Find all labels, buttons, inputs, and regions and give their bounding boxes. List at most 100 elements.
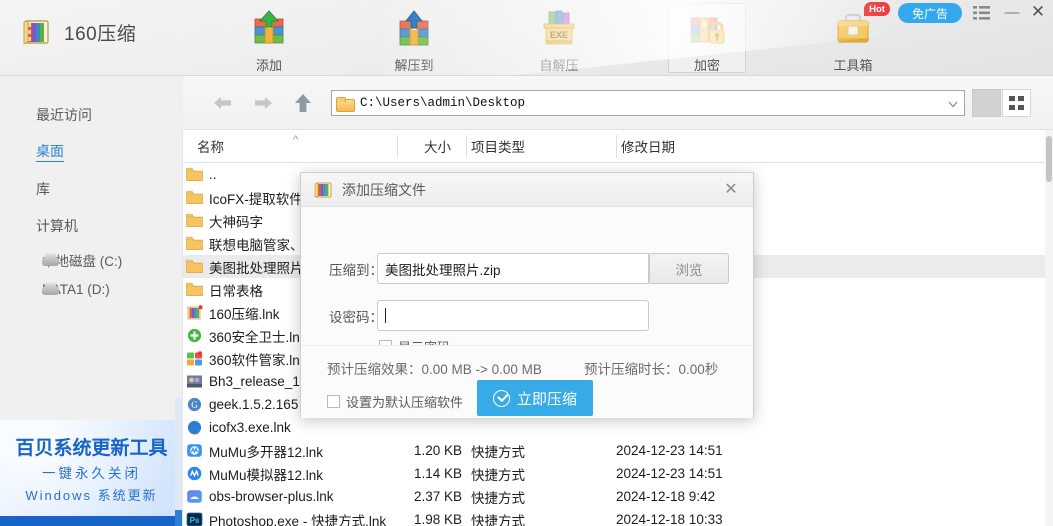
ad-banner[interactable]: 百贝系统更新工具 一键永久关闭 Windows 系统更新	[0, 420, 183, 526]
checkbox-box[interactable]	[327, 395, 340, 408]
file-name-text: icofx3.exe.lnk	[209, 420, 291, 435]
archive-icon	[314, 181, 333, 199]
file-date-cell: 2024-12-18 9:42	[616, 489, 716, 504]
folder-icon	[186, 190, 203, 205]
horizontal-scroll-track[interactable]	[175, 398, 182, 526]
minimize-button[interactable]: —	[1003, 4, 1021, 22]
svg-text:G: G	[191, 400, 198, 410]
grid-view-icon[interactable]	[1002, 89, 1031, 117]
folder-icon	[336, 96, 355, 112]
sidebar-item-computer[interactable]: 计算机	[0, 213, 183, 239]
column-header-name[interactable]: 名称	[197, 130, 224, 162]
archive-icon	[186, 305, 203, 320]
arrow-left-icon[interactable]	[211, 92, 235, 114]
disk-icon	[42, 253, 59, 266]
file-name-text: 360软件管家.lnk	[209, 352, 307, 368]
table-row[interactable]: MuMu模拟器12.lnk 1.14 KB 快捷方式 2024-12-23 14:51	[183, 462, 1045, 485]
file-date-cell: 2024-12-23 14:51	[616, 443, 723, 458]
column-header-type[interactable]: 项目类型	[471, 130, 525, 162]
app-title: 160压缩	[64, 23, 137, 45]
360-mgr-icon	[186, 351, 203, 366]
sidebar-item-disk-c[interactable]: 本地磁盘 (C:)	[0, 247, 183, 273]
file-type-cell: 快捷方式	[471, 490, 525, 506]
arrow-right-icon[interactable]	[251, 92, 275, 114]
file-name-text: MuMu多开器12.lnk	[209, 444, 324, 460]
obs-icon	[186, 489, 203, 504]
arrow-up-icon[interactable]	[291, 92, 315, 114]
archive-lock-icon	[685, 9, 729, 51]
file-date-cell: 2024-12-18 10:33	[616, 512, 723, 526]
file-name-text: 160压缩.lnk	[209, 306, 280, 322]
compress-now-button[interactable]: 立即压缩	[477, 380, 593, 416]
dialog-title: 添加压缩文件	[342, 181, 426, 198]
folder-icon	[186, 282, 203, 297]
file-name-text: Bh3_release_1	[209, 374, 300, 389]
toolbar-label: 工具箱	[833, 58, 873, 73]
dest-input[interactable]: 美图批处理照片.zip	[377, 253, 649, 284]
menu-icon[interactable]	[973, 5, 991, 21]
sidebar-item-recent[interactable]: 最近访问	[0, 102, 183, 128]
file-name-text: 360安全卫士.lnk	[209, 329, 307, 345]
grid-cell	[1009, 95, 1015, 102]
hot-badge: Hot	[864, 2, 890, 16]
table-row[interactable]: icofx3.exe.lnk	[183, 416, 1045, 439]
toolbar-button-extract-to[interactable]: 解压到	[375, 3, 453, 73]
toolbar-label: 解压到	[394, 58, 434, 73]
column-divider[interactable]	[397, 135, 398, 158]
table-row[interactable]: Ps Photoshop.exe - 快捷方式.lnk 1.98 KB 快捷方式 202…	[183, 508, 1045, 526]
column-divider[interactable]	[466, 135, 467, 158]
filelist-header: 名称 ^ 大小 项目类型 修改日期	[183, 130, 1045, 163]
dialog-titlebar[interactable]: 添加压缩文件	[301, 173, 753, 207]
file-name-cell: obs-browser-plus.lnk	[183, 489, 397, 504]
toolbar-button-sfx[interactable]: EXE 自解压	[520, 3, 598, 73]
grid-cell	[1009, 104, 1015, 111]
close-button[interactable]: ✕	[1029, 3, 1047, 21]
table-row[interactable]: obs-browser-plus.lnk 2.37 KB 快捷方式 2024-12-1…	[183, 485, 1045, 508]
table-row[interactable]: MuMu多开器12.lnk 1.20 KB 快捷方式 2024-12-23 14:51	[183, 439, 1045, 462]
close-icon[interactable]: ✕	[722, 181, 740, 199]
file-name-text: Photoshop.exe - 快捷方式.lnk	[209, 513, 387, 526]
360-shield-icon	[186, 328, 203, 343]
dialog-body: 压缩到： 美图批处理照片.zip 浏览 设密码： 显示密码	[301, 207, 753, 355]
file-name-cell: MuMu多开器12.lnk	[183, 441, 397, 461]
address-text: C:\Users\admin\Desktop	[360, 96, 526, 110]
navigation-bar: C:\Users\admin\Desktop	[183, 76, 1053, 130]
toolbar-label: 添加	[255, 58, 282, 73]
sidebar-item-label: 桌面	[36, 141, 64, 162]
sidebar-item-desktop[interactable]: 桌面	[0, 138, 183, 164]
file-name-text: obs-browser-plus.lnk	[209, 489, 334, 504]
file-name-text: IcoFX-提取软件	[209, 191, 303, 207]
file-size-cell: 2.37 KB	[413, 489, 462, 504]
ad-accent-bar	[0, 516, 183, 526]
file-date-cell: 2024-12-23 14:51	[616, 466, 723, 481]
file-type-cell: 快捷方式	[471, 513, 525, 526]
password-label: 设密码：	[329, 310, 383, 325]
column-divider[interactable]	[616, 135, 617, 158]
vertical-scrollbar-track[interactable]	[1045, 130, 1053, 526]
set-default-checkbox[interactable]: 设置为默认压缩软件	[327, 392, 463, 411]
column-header-date[interactable]: 修改日期	[621, 130, 675, 162]
dest-label: 压缩到：	[329, 263, 383, 278]
photoshop-icon: Ps	[186, 512, 203, 526]
archive-extract-icon	[392, 9, 436, 51]
folder-icon	[186, 259, 203, 274]
toolbar-button-encrypt[interactable]: 加密	[668, 3, 746, 73]
sidebar-item-disk-d[interactable]: DATA1 (D:)	[0, 276, 183, 302]
horizontal-scroll-thumb[interactable]	[175, 510, 182, 526]
file-name-text: geek.1.5.2.165	[209, 397, 299, 412]
list-view-icon[interactable]	[972, 89, 1001, 117]
address-bar[interactable]: C:\Users\admin\Desktop	[331, 90, 965, 116]
column-header-size[interactable]: 大小	[381, 130, 451, 162]
ad-free-button[interactable]: 免广告	[898, 3, 962, 23]
password-input[interactable]	[377, 300, 649, 331]
file-name-cell: icofx3.exe.lnk	[183, 420, 397, 435]
check-circle-icon	[492, 389, 510, 407]
chevron-down-icon[interactable]	[946, 97, 960, 111]
browse-button[interactable]: 浏览	[649, 253, 729, 284]
file-name-text: 联想电脑管家、	[209, 237, 304, 253]
sidebar-item-library[interactable]: 库	[0, 176, 183, 202]
folder-icon	[186, 236, 203, 251]
vertical-scrollbar-thumb[interactable]	[1046, 136, 1052, 182]
toolbar-button-add[interactable]: 添加	[230, 3, 308, 73]
mumu-icon	[186, 466, 203, 481]
